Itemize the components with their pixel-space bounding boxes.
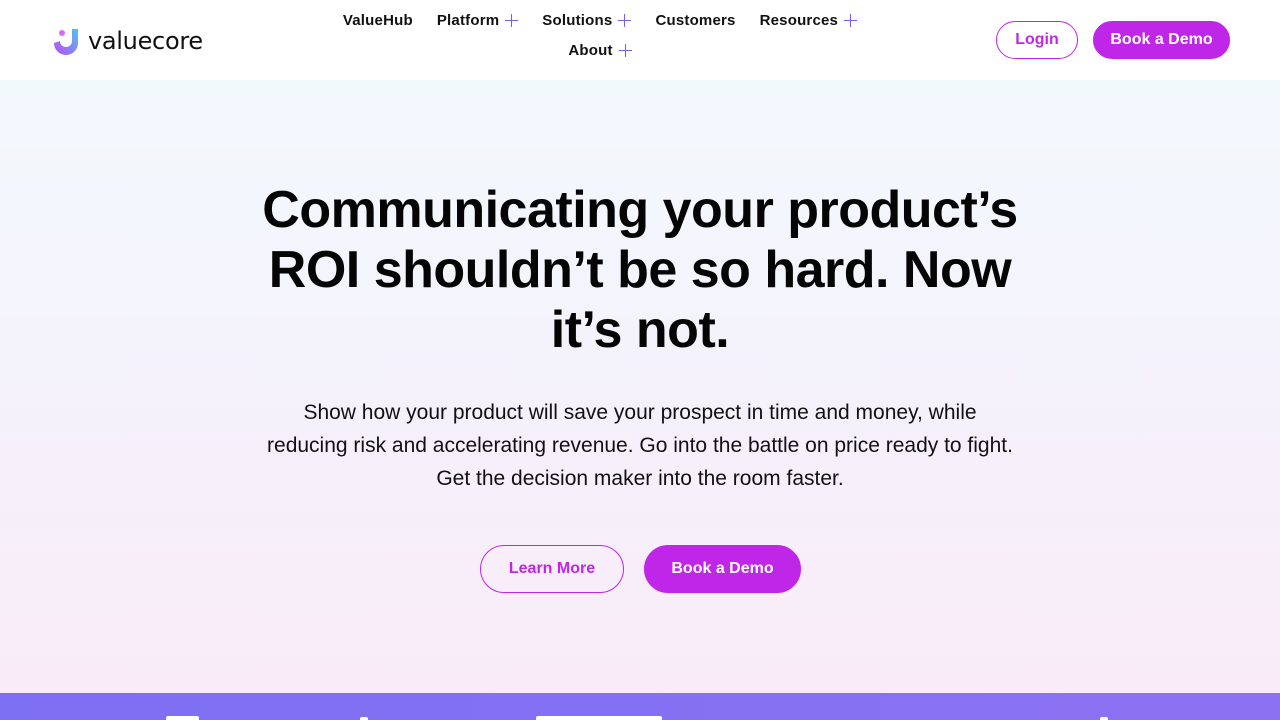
brand-name: valuecore xyxy=(88,27,203,55)
nav-item-label: ValueHub xyxy=(342,11,413,29)
customer-logos-band xyxy=(0,693,1280,720)
site-header: valuecore ValueHub Platform Solutions Cu… xyxy=(0,0,1280,80)
book-demo-button[interactable]: Book a Demo xyxy=(1093,21,1230,59)
hero-book-demo-button[interactable]: Book a Demo xyxy=(644,545,801,593)
plus-icon xyxy=(618,43,632,57)
nav-item-solutions[interactable]: Solutions xyxy=(530,10,643,30)
nav-item-label: Customers xyxy=(655,11,736,29)
nav-item-about[interactable]: About xyxy=(556,40,643,60)
nav-item-customers[interactable]: Customers xyxy=(643,10,747,30)
valuecore-logo[interactable]: valuecore xyxy=(50,24,203,58)
hero-subtitle: Show how your product will save your pro… xyxy=(267,401,1013,490)
valuecore-logo-icon xyxy=(54,29,78,55)
nav-item-valuehub[interactable]: ValueHub xyxy=(331,10,425,30)
main-nav: ValueHub Platform Solutions Customers Re… xyxy=(300,10,900,60)
nav-item-label: Solutions xyxy=(542,11,613,29)
nav-item-label: Platform xyxy=(436,11,500,29)
nav-item-label: Resources xyxy=(759,11,839,29)
hero-section: Communicating your product’s ROI shouldn… xyxy=(0,80,1280,693)
customer-logo xyxy=(166,716,199,720)
nav-item-platform[interactable]: Platform xyxy=(425,10,530,30)
nav-item-resources[interactable]: Resources xyxy=(748,10,870,30)
learn-more-button[interactable]: Learn More xyxy=(480,545,624,593)
plus-icon xyxy=(844,13,858,27)
plus-icon xyxy=(505,13,519,27)
customer-logo xyxy=(536,716,662,720)
login-button[interactable]: Login xyxy=(996,21,1078,59)
nav-item-label: About xyxy=(568,41,613,59)
hero-title: Communicating your product’s ROI shouldn… xyxy=(262,181,1018,359)
plus-icon xyxy=(618,13,632,27)
